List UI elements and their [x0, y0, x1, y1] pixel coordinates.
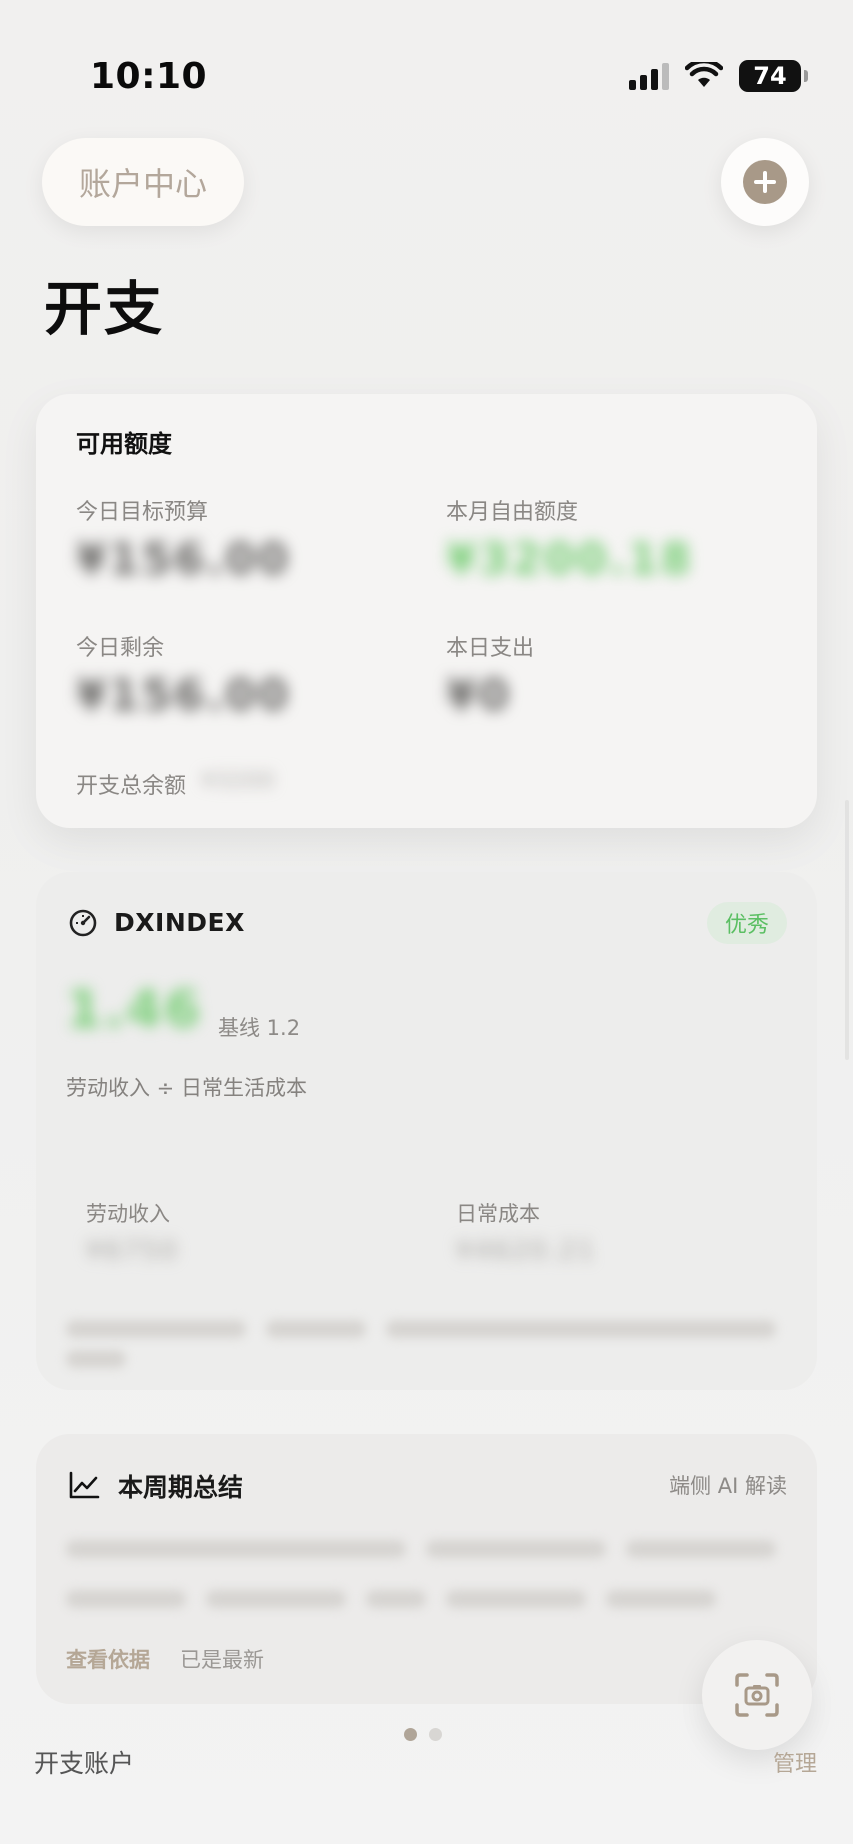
- wifi-icon: [685, 62, 723, 87]
- period-summary-card[interactable]: 本周期总结 端侧 AI 解读 查看依据 已是最新: [36, 1434, 817, 1704]
- today-budget-value: ¥156.00: [76, 534, 291, 585]
- available-quota-card[interactable]: 可用额度 今日目标预算 ¥156.00 本月自由额度 ¥3200.18 今日剩余…: [36, 394, 817, 828]
- today-budget-label: 今日目标预算: [76, 500, 209, 525]
- page-dot-2[interactable]: [429, 1728, 442, 1741]
- ai-interpret-button[interactable]: 端侧 AI 解读: [669, 1470, 787, 1500]
- status-time: 10:10: [90, 56, 208, 97]
- period-summary-title: 本周期总结: [118, 1473, 244, 1502]
- account-center-button[interactable]: 账户中心: [42, 138, 244, 226]
- page-indicator[interactable]: [404, 1728, 442, 1741]
- blurred-summary-line: [66, 1540, 406, 1558]
- dxindex-title: DXINDEX: [114, 908, 245, 937]
- quota-card-title: 可用额度: [76, 430, 172, 458]
- scrollbar[interactable]: [845, 800, 849, 1060]
- today-remaining-label: 今日剩余: [76, 636, 165, 661]
- dxindex-card[interactable]: DXINDEX 优秀 1.46 基线 1.2 劳动收入 ÷ 日常生活成本 劳动收…: [36, 872, 817, 1390]
- page-title: 开支: [44, 275, 165, 343]
- today-spent-label: 本日支出: [446, 636, 535, 661]
- gauge-icon: [69, 909, 97, 937]
- month-free-label: 本月自由额度: [446, 500, 579, 525]
- blurred-note: [66, 1320, 246, 1338]
- plus-icon: [743, 160, 787, 204]
- month-free-value: ¥3200.18: [446, 534, 694, 585]
- blurred-summary-line: [66, 1590, 186, 1608]
- blurred-summary-line: [366, 1590, 426, 1608]
- dxindex-baseline: 基线 1.2: [218, 1016, 301, 1040]
- daily-cost-label: 日常成本: [456, 1202, 540, 1226]
- labor-income-value: ¥6750: [86, 1236, 179, 1266]
- latest-status-text: 已是最新: [180, 1648, 264, 1672]
- blurred-summary-line: [446, 1590, 586, 1608]
- blurred-summary-line: [206, 1590, 346, 1608]
- labor-income-label: 劳动收入: [86, 1202, 170, 1226]
- manage-button[interactable]: 管理: [773, 1746, 817, 1778]
- blurred-summary-line: [426, 1540, 606, 1558]
- trend-chart-icon: [69, 1471, 100, 1499]
- total-balance-value: ¥3200: [202, 768, 276, 792]
- blurred-note: [66, 1350, 126, 1368]
- blurred-summary-line: [626, 1540, 776, 1558]
- camera-scan-icon: [735, 1673, 779, 1717]
- dxindex-value: 1.46: [66, 980, 203, 1040]
- add-button[interactable]: [721, 138, 809, 226]
- today-remaining-value: ¥156.00: [76, 670, 291, 721]
- page-dot-1[interactable]: [404, 1728, 417, 1741]
- signal-icon: [629, 62, 669, 90]
- expense-account-label: 开支账户: [34, 1749, 135, 1778]
- status-badge: 优秀: [707, 902, 787, 944]
- total-balance-label: 开支总余额: [76, 774, 187, 799]
- blurred-note: [266, 1320, 366, 1338]
- dxindex-formula: 劳动收入 ÷ 日常生活成本: [66, 1076, 307, 1100]
- status-icons: 74: [629, 60, 808, 92]
- blurred-note: [386, 1320, 776, 1338]
- view-basis-link[interactable]: 查看依据: [66, 1644, 150, 1674]
- today-spent-value: ¥0: [446, 670, 512, 721]
- blurred-summary-line: [606, 1590, 716, 1608]
- daily-cost-value: ¥4620.21: [456, 1236, 597, 1266]
- scan-receipt-button[interactable]: [702, 1640, 812, 1750]
- battery-icon: 74: [739, 60, 808, 92]
